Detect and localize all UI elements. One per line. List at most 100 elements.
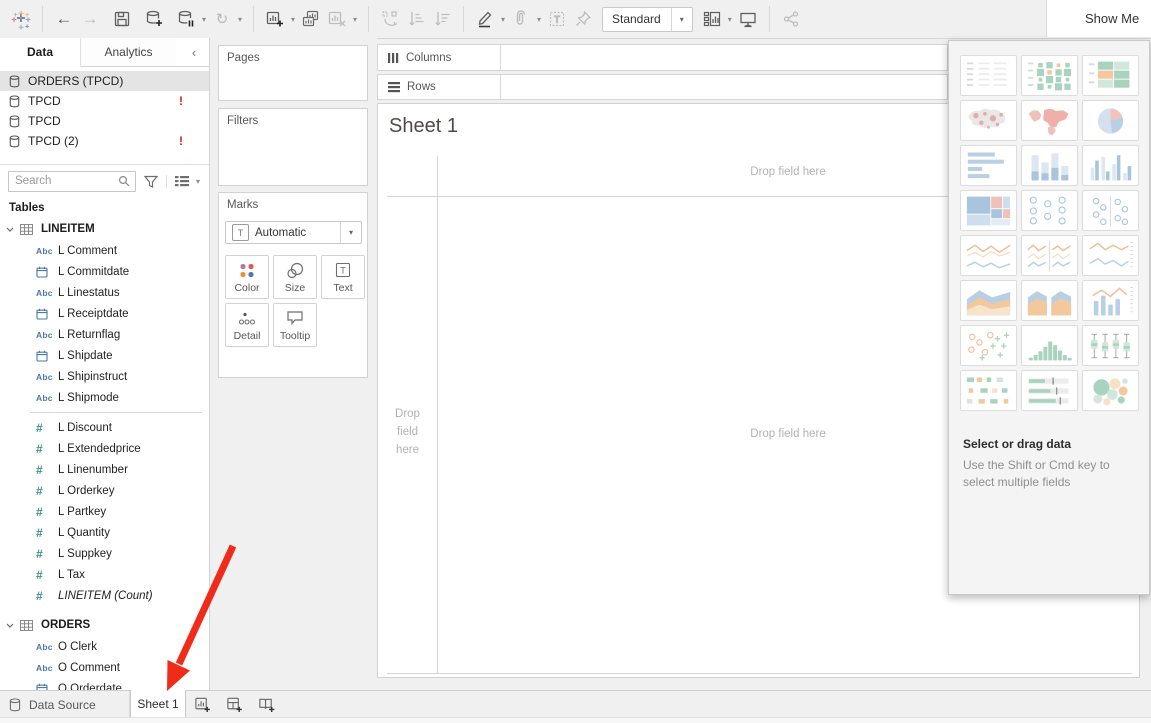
collapse-pane-icon[interactable]: ‹ <box>179 38 209 66</box>
field-item[interactable]: #L Extendedprice <box>0 438 209 459</box>
pause-updates-caret-icon[interactable]: ▾ <box>199 15 209 24</box>
filters-card[interactable]: Filters <box>218 108 368 186</box>
show-hide-cards-icon[interactable] <box>699 6 725 32</box>
show-me-gantt-thumbnail[interactable] <box>960 370 1017 411</box>
mark-type-dropdown[interactable]: T Automatic ▾ <box>225 221 362 244</box>
search-box[interactable] <box>8 171 136 192</box>
duplicate-sheet-icon[interactable] <box>298 6 324 32</box>
field-item[interactable]: AbcO Comment <box>0 657 209 678</box>
group-members-icon[interactable] <box>508 6 534 32</box>
view-options-caret-icon[interactable]: ▾ <box>193 177 203 186</box>
highlight-icon[interactable] <box>472 6 498 32</box>
field-item[interactable]: AbcL Returnflag <box>0 324 209 345</box>
new-worksheet-button[interactable] <box>186 691 218 718</box>
filter-fields-icon[interactable] <box>144 175 158 188</box>
field-item[interactable]: #L Partkey <box>0 501 209 522</box>
field-item[interactable]: #L Discount <box>0 417 209 438</box>
tooltip-button[interactable]: Tooltip <box>273 303 317 347</box>
tab-analytics[interactable]: Analytics <box>81 38 176 66</box>
show-me-stacked-bars-thumbnail[interactable] <box>1021 145 1078 186</box>
rows-shelf[interactable]: Rows <box>377 74 948 100</box>
fix-axes-icon[interactable] <box>570 6 596 32</box>
show-me-filled-map-thumbnail[interactable] <box>1021 100 1078 141</box>
show-mark-labels-icon[interactable]: T <box>544 6 570 32</box>
show-me-discrete-area-thumbnail[interactable] <box>1021 280 1078 321</box>
data-source-item[interactable]: ORDERS (TPCD) <box>0 71 209 91</box>
show-me-treemap-thumbnail[interactable] <box>960 190 1017 231</box>
run-updates-icon[interactable]: ↻ <box>209 6 235 32</box>
field-item[interactable]: L Shipdate <box>0 345 209 366</box>
view-options-icon[interactable] <box>166 175 189 188</box>
presentation-mode-icon[interactable] <box>735 6 761 32</box>
color-button[interactable]: Color <box>225 255 269 299</box>
clear-sheet-icon[interactable] <box>324 6 350 32</box>
clear-sheet-caret-icon[interactable]: ▾ <box>350 15 360 24</box>
cards-caret-icon[interactable]: ▾ <box>725 15 735 24</box>
sort-descending-icon[interactable] <box>429 6 455 32</box>
mark-type-caret-icon[interactable]: ▾ <box>340 222 361 243</box>
show-me-side-by-side-bars-thumbnail[interactable] <box>1082 145 1139 186</box>
show-me-dual-combination-thumbnail[interactable] <box>1082 280 1139 321</box>
text-button[interactable]: TText <box>321 255 365 299</box>
save-icon[interactable] <box>109 6 135 32</box>
field-item[interactable]: L Receiptdate <box>0 303 209 324</box>
fit-select[interactable]: Standard ▾ <box>602 7 693 32</box>
group-caret-icon[interactable]: ▾ <box>534 15 544 24</box>
field-item[interactable]: #L Tax <box>0 564 209 585</box>
show-me-highlight-table-thumbnail[interactable] <box>1021 55 1078 96</box>
field-item[interactable]: #L Orderkey <box>0 480 209 501</box>
show-me-box-and-whisker-thumbnail[interactable] <box>1082 325 1139 366</box>
field-item[interactable]: AbcO Clerk <box>0 636 209 657</box>
data-source-item[interactable]: TPCD (2)! <box>0 131 209 151</box>
share-icon[interactable] <box>778 6 804 32</box>
field-item[interactable]: #L Suppkey <box>0 543 209 564</box>
field-item[interactable]: L Commitdate <box>0 261 209 282</box>
show-me-continuous-lines-thumbnail[interactable] <box>960 235 1017 276</box>
pause-auto-updates-icon[interactable] <box>173 6 199 32</box>
show-me-histogram-thumbnail[interactable] <box>1021 325 1078 366</box>
field-item[interactable]: AbcL Comment <box>0 240 209 261</box>
chevron-down-icon[interactable] <box>6 227 14 232</box>
highlight-caret-icon[interactable]: ▾ <box>498 15 508 24</box>
show-me-text-table-thumbnail[interactable] <box>960 55 1017 96</box>
pages-card[interactable]: Pages <box>218 45 368 101</box>
field-item[interactable]: AbcL Shipinstruct <box>0 366 209 387</box>
sort-ascending-icon[interactable] <box>403 6 429 32</box>
show-me-heatmap-table-thumbnail[interactable] <box>1082 55 1139 96</box>
show-me-circle-views-thumbnail[interactable] <box>1021 190 1078 231</box>
show-me-pie-chart-thumbnail[interactable] <box>1082 100 1139 141</box>
show-me-bullet-graph-thumbnail[interactable] <box>1021 370 1078 411</box>
data-source-item[interactable]: TPCD! <box>0 91 209 111</box>
show-me-symbol-map-thumbnail[interactable] <box>960 100 1017 141</box>
search-input[interactable] <box>9 175 118 187</box>
show-me-continuous-area-thumbnail[interactable] <box>960 280 1017 321</box>
table-group-header[interactable]: LINEITEM <box>0 218 209 240</box>
show-me-discrete-lines-thumbnail[interactable] <box>1021 235 1078 276</box>
show-me-dual-lines-thumbnail[interactable] <box>1082 235 1139 276</box>
detail-button[interactable]: Detail <box>225 303 269 347</box>
field-item[interactable]: #LINEITEM (Count) <box>0 585 209 606</box>
drop-zone-rows[interactable]: Dropfieldhere <box>378 406 437 459</box>
new-worksheet-caret-icon[interactable]: ▾ <box>288 15 298 24</box>
new-dashboard-button[interactable] <box>218 691 250 718</box>
show-me-packed-bubbles-thumbnail[interactable] <box>1082 370 1139 411</box>
show-me-scatter-plot-thumbnail[interactable] <box>960 325 1017 366</box>
swap-rows-columns-icon[interactable] <box>377 6 403 32</box>
chevron-down-icon[interactable] <box>6 623 14 628</box>
show-me-button[interactable]: Show Me <box>1046 0 1151 37</box>
new-story-button[interactable] <box>250 691 282 718</box>
new-data-source-icon[interactable] <box>141 6 167 32</box>
data-source-item[interactable]: TPCD <box>0 111 209 131</box>
tab-sheet-1[interactable]: Sheet 1 <box>130 690 186 718</box>
table-group-header[interactable]: ORDERS <box>0 614 209 636</box>
field-item[interactable]: #L Quantity <box>0 522 209 543</box>
fit-select-caret-icon[interactable]: ▾ <box>671 8 692 31</box>
tab-data-source[interactable]: Data Source <box>0 691 130 718</box>
columns-shelf[interactable]: Columns <box>377 44 948 71</box>
field-item[interactable]: O Orderdate <box>0 678 209 690</box>
field-item[interactable]: AbcL Shipmode <box>0 387 209 408</box>
run-updates-caret-icon[interactable]: ▾ <box>235 15 245 24</box>
show-me-horizontal-bars-thumbnail[interactable] <box>960 145 1017 186</box>
show-me-side-by-side-circles-thumbnail[interactable] <box>1082 190 1139 231</box>
field-item[interactable]: AbcL Linestatus <box>0 282 209 303</box>
